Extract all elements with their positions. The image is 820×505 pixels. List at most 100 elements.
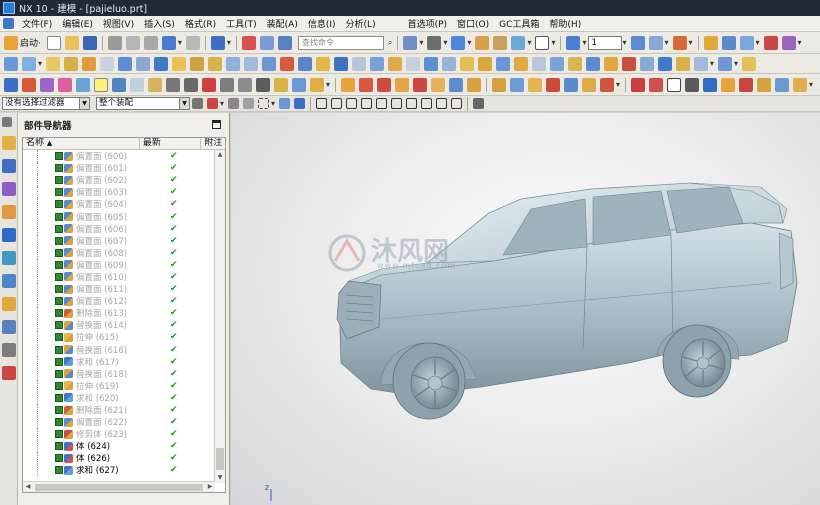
show-hide-icon[interactable] — [739, 35, 754, 50]
sketch-icon[interactable] — [4, 56, 18, 71]
feature-row[interactable]: 替换面 (616) ✔ — [23, 343, 225, 356]
thicken-icon[interactable] — [334, 56, 349, 71]
feature-checkbox[interactable] — [55, 188, 63, 197]
delete-face-icon[interactable] — [406, 56, 421, 71]
feature-row[interactable]: 偏置面 (605) ✔ — [23, 210, 225, 223]
bounded-plane-icon[interactable] — [514, 56, 529, 71]
scroll-down-icon[interactable]: ▼ — [215, 473, 225, 483]
snap-arc-center-icon[interactable] — [376, 98, 388, 109]
maximize-icon[interactable] — [212, 120, 221, 129]
boss-icon[interactable] — [100, 56, 115, 71]
motion-icon[interactable] — [238, 77, 252, 92]
feature-checkbox[interactable] — [55, 369, 63, 378]
move-to-layer-icon[interactable] — [648, 35, 663, 50]
project-curve-icon[interactable] — [467, 77, 482, 92]
feature-row[interactable]: 偏置面 (609) ✔ — [23, 258, 225, 271]
feature-checkbox[interactable] — [55, 321, 63, 330]
touch-mode-icon[interactable] — [277, 35, 292, 50]
menu-edit[interactable]: 编辑(E) — [57, 17, 98, 30]
feature-checkbox[interactable] — [55, 236, 63, 245]
bridge-surface-icon[interactable] — [658, 56, 673, 71]
line-icon[interactable] — [359, 77, 374, 92]
enlarge-icon[interactable] — [640, 56, 655, 71]
swept-icon[interactable] — [478, 56, 493, 71]
analysis-icon[interactable] — [781, 35, 796, 50]
bridge-curve-icon[interactable] — [528, 77, 543, 92]
lighting-icon[interactable] — [76, 77, 90, 92]
feature-row[interactable]: 偏置面 (610) ✔ — [23, 270, 225, 283]
menu-information[interactable]: 信息(I) — [303, 17, 341, 30]
rectangle-icon[interactable] — [667, 77, 682, 92]
feature-row[interactable]: 拉伸 (615) ✔ — [23, 331, 225, 344]
trimmed-sheet-icon[interactable] — [550, 56, 565, 71]
feature-checkbox[interactable] — [55, 297, 63, 306]
feature-row[interactable]: 替换面 (618) ✔ — [23, 367, 225, 380]
cylinder-icon[interactable] — [703, 77, 718, 92]
hole-icon[interactable] — [82, 56, 97, 71]
feature-row[interactable]: 偏置面 (603) ✔ — [23, 186, 225, 199]
pattern-icon[interactable] — [244, 56, 259, 71]
divide-curve-icon[interactable] — [793, 77, 808, 92]
wrap-curve-icon[interactable] — [600, 77, 615, 92]
menu-view[interactable]: 视图(V) — [98, 17, 139, 30]
through-curves-icon[interactable] — [460, 56, 475, 71]
subtract-icon[interactable] — [136, 56, 151, 71]
web-browser-icon[interactable] — [2, 251, 16, 265]
select-all-icon[interactable] — [207, 98, 218, 109]
hd3d-tools-icon[interactable] — [2, 228, 16, 242]
feature-row[interactable]: 求和 (617) ✔ — [23, 355, 225, 368]
feature-row[interactable]: 偏置面 (601) ✔ — [23, 162, 225, 175]
feature-checkbox[interactable] — [55, 406, 63, 415]
body-select-icon[interactable] — [294, 98, 306, 109]
menu-assembly[interactable]: 装配(A) — [262, 17, 303, 30]
constraint-navigator-icon[interactable] — [2, 159, 16, 173]
process-studio-icon[interactable] — [2, 320, 16, 334]
user-role-icon[interactable] — [112, 77, 126, 92]
feature-row[interactable]: 偏置面 (606) ✔ — [23, 222, 225, 235]
reset-filter-icon[interactable] — [243, 98, 255, 109]
global-shaping-icon[interactable] — [718, 56, 733, 71]
sew-icon[interactable] — [352, 56, 367, 71]
shaded-cube-icon[interactable] — [451, 35, 466, 50]
background-icon[interactable] — [535, 35, 550, 50]
section-surface-icon[interactable] — [694, 56, 709, 71]
new-file-icon[interactable] — [46, 35, 61, 50]
feature-select-icon[interactable] — [279, 98, 291, 109]
offset-curve-icon[interactable] — [449, 77, 464, 92]
save-icon[interactable] — [82, 35, 97, 50]
drafting-icon[interactable] — [220, 77, 234, 92]
feature-row[interactable]: 偏置面 (612) ✔ — [23, 295, 225, 308]
law-extension-icon[interactable] — [676, 56, 691, 71]
image-capture-icon[interactable] — [202, 77, 216, 92]
feature-row[interactable]: 体 (624) ✔ — [23, 440, 225, 453]
polygon-icon[interactable] — [685, 77, 700, 92]
shell-icon[interactable] — [208, 56, 223, 71]
vertical-scrollbar[interactable]: ▲ ▼ — [214, 150, 225, 483]
manufacturing-icon[interactable] — [256, 77, 270, 92]
fillet-curve-icon[interactable] — [775, 77, 790, 92]
navigator-tree[interactable]: 名称 ▲ 最新 附注 偏置面 (600) ✔ 偏置面 (601) ✔ 偏置面 (602)… — [22, 137, 226, 493]
command-finder-icon[interactable] — [259, 35, 274, 50]
body-gallery-icon[interactable] — [292, 77, 306, 92]
scroll-left-icon[interactable]: ◀ — [23, 482, 33, 492]
feature-checkbox[interactable] — [55, 260, 63, 269]
section-curve-icon[interactable] — [510, 77, 525, 92]
extract-geometry-icon[interactable] — [370, 56, 385, 71]
type-filter-select[interactable]: 没有选择过滤器 ▼ — [2, 97, 90, 110]
layer-settings-icon[interactable] — [630, 35, 645, 50]
feature-row[interactable]: 替换面 (614) ✔ — [23, 319, 225, 332]
redo-icon[interactable] — [185, 35, 200, 50]
menu-preferences[interactable]: 首选项(P) — [403, 17, 452, 30]
feature-row[interactable]: 求和 (627) ✔ — [23, 464, 225, 477]
history-tab-icon[interactable] — [2, 274, 16, 288]
feature-checkbox[interactable] — [55, 248, 63, 257]
assembly-navigator-icon[interactable] — [2, 136, 16, 150]
suv-model[interactable] — [231, 113, 820, 505]
split-body-icon[interactable] — [298, 56, 313, 71]
n-sided-surface-icon[interactable] — [532, 56, 547, 71]
snap-midpoint-icon[interactable] — [331, 98, 343, 109]
paste-icon[interactable] — [143, 35, 158, 50]
feature-checkbox[interactable] — [55, 224, 63, 233]
view-orient-icon[interactable] — [403, 35, 418, 50]
menu-window[interactable]: 窗口(O) — [452, 17, 494, 30]
